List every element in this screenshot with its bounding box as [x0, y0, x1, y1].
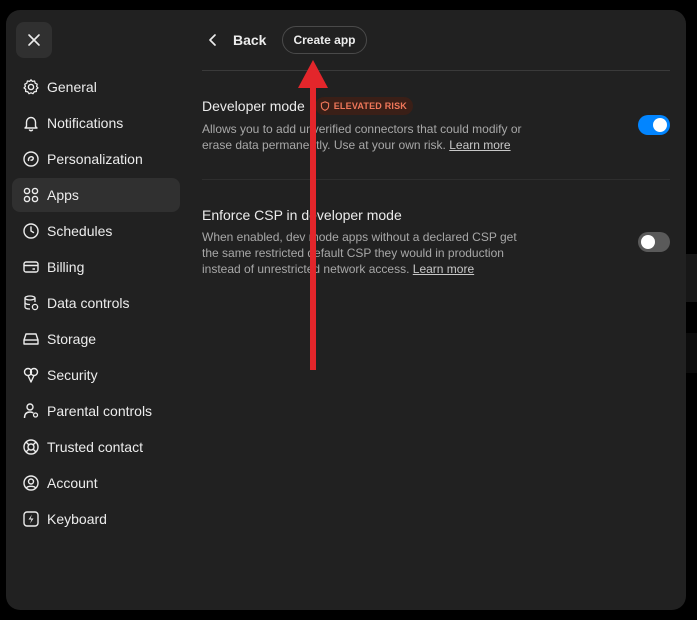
header-divider [202, 70, 670, 71]
sidebar-item-trusted-contact[interactable]: Trusted contact [12, 430, 180, 464]
sidebar-item-label: Schedules [47, 223, 113, 239]
sidebar-item-security[interactable]: Security [12, 358, 180, 392]
sidebar-item-keyboard[interactable]: Keyboard [12, 502, 180, 536]
user-circle-icon [22, 474, 40, 492]
lightning-icon [22, 510, 40, 528]
developer-mode-title: Developer mode [202, 98, 305, 114]
developer-mode-toggle[interactable] [638, 115, 670, 135]
sidebar-item-label: Personalization [47, 151, 143, 167]
sidebar-item-label: Notifications [47, 115, 124, 131]
enforce-csp-title: Enforce CSP in developer mode [202, 207, 402, 223]
sidebar-item-parental-controls[interactable]: Parental controls [12, 394, 180, 428]
apps-grid-icon [22, 186, 40, 204]
close-button[interactable] [16, 22, 52, 58]
sidebar-item-billing[interactable]: Billing [12, 250, 180, 284]
toggle-knob [653, 118, 667, 132]
parent-icon [22, 402, 40, 420]
clock-icon [22, 222, 40, 240]
settings-modal: General Notifications Personalization Ap… [6, 10, 686, 610]
enforce-csp-toggle[interactable] [638, 232, 670, 252]
bell-icon [22, 114, 40, 132]
badge-label: ELEVATED RISK [333, 101, 408, 111]
learn-more-link[interactable]: Learn more [449, 138, 510, 152]
sidebar-item-label: Trusted contact [47, 439, 143, 455]
sidebar-item-data-controls[interactable]: Data controls [12, 286, 180, 320]
background-window-edge-lower [686, 333, 697, 373]
key-icon [22, 366, 40, 384]
developer-mode-setting: Developer mode ELEVATED RISK Allows you … [202, 97, 670, 153]
sidebar-item-schedules[interactable]: Schedules [12, 214, 180, 248]
sidebar-item-apps[interactable]: Apps [12, 178, 180, 212]
sidebar-item-label: Apps [47, 187, 79, 203]
sidebar-item-notifications[interactable]: Notifications [12, 106, 180, 140]
sidebar-item-general[interactable]: General [12, 70, 180, 104]
back-label: Back [233, 32, 267, 48]
settings-divider [202, 179, 670, 180]
sidebar-item-label: Storage [47, 331, 97, 347]
sidebar-item-label: General [47, 79, 97, 95]
gear-icon [22, 78, 40, 96]
shield-icon [320, 101, 329, 111]
sidebar-item-label: Account [47, 475, 98, 491]
enforce-csp-setting: Enforce CSP in developer mode When enabl… [202, 207, 670, 277]
card-icon [22, 258, 40, 276]
sidebar-item-label: Data controls [47, 295, 130, 311]
database-gear-icon [22, 294, 40, 312]
background-window-edge [686, 254, 697, 302]
panel-header: Back Create app [202, 26, 367, 54]
create-app-button[interactable]: Create app [282, 26, 367, 54]
learn-more-link[interactable]: Learn more [413, 262, 474, 276]
storage-icon [22, 330, 40, 348]
close-icon [28, 34, 40, 46]
lifebuoy-icon [22, 438, 40, 456]
sidebar-item-label: Billing [47, 259, 85, 275]
personalization-icon [22, 150, 40, 168]
settings-sidebar: General Notifications Personalization Ap… [12, 70, 180, 538]
sidebar-item-storage[interactable]: Storage [12, 322, 180, 356]
apps-settings-panel: Back Create app Developer mode ELEVATED … [202, 10, 670, 610]
sidebar-item-personalization[interactable]: Personalization [12, 142, 180, 176]
sidebar-item-label: Keyboard [47, 511, 107, 527]
sidebar-item-account[interactable]: Account [12, 466, 180, 500]
elevated-risk-badge: ELEVATED RISK [314, 97, 414, 115]
sidebar-item-label: Security [47, 367, 98, 383]
back-button[interactable]: Back [202, 32, 266, 48]
toggle-knob [641, 235, 655, 249]
sidebar-item-label: Parental controls [47, 403, 153, 419]
chevron-left-icon [209, 34, 216, 46]
